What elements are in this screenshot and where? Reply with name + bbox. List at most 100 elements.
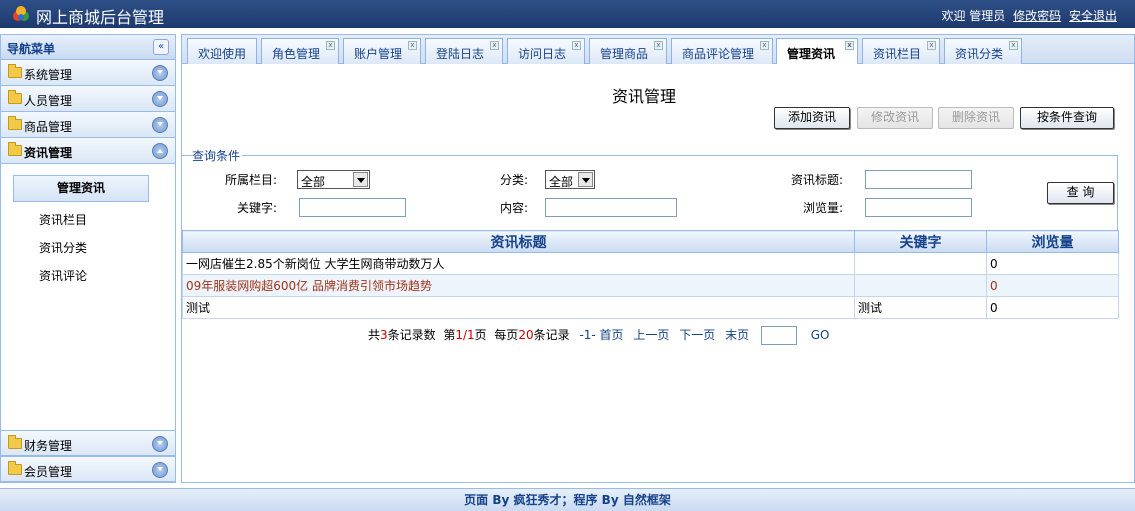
close-icon[interactable]: x [927, 41, 936, 50]
tab-label: 商品评论管理 [682, 47, 755, 61]
menu-news[interactable]: 资讯管理 [1, 138, 175, 164]
submenu-news-columns[interactable]: 资讯栏目 [39, 211, 87, 228]
menu-members[interactable]: 会员管理 [1, 456, 175, 482]
header-user-links: 欢迎 管理员 修改密码 安全退出 [941, 7, 1117, 24]
query-button[interactable]: 查 询 [1047, 182, 1114, 204]
submenu-news-comments[interactable]: 资讯评论 [39, 267, 87, 284]
sidebar-title: 导航菜单 [7, 42, 56, 56]
menu-label: 系统管理 [24, 68, 73, 82]
keyword-input[interactable] [299, 198, 406, 217]
pager-page: 1/1 [455, 328, 475, 342]
collapse-sidebar-icon[interactable]: « [153, 39, 169, 55]
pager-total-prefix: 共 [368, 328, 381, 342]
column-select[interactable]: 全部 [297, 170, 370, 189]
close-icon[interactable]: x [1009, 41, 1018, 50]
search-by-condition-button[interactable]: 按条件查询 [1020, 107, 1114, 129]
tab-label: 角色管理 [272, 47, 321, 61]
menu-label: 资讯管理 [24, 146, 73, 160]
pager-total: 3 [380, 328, 388, 342]
expand-icon[interactable] [152, 462, 168, 478]
menu-system[interactable]: 系统管理 [1, 60, 175, 86]
change-password-link[interactable]: 修改密码 [1013, 9, 1061, 23]
folder-icon [8, 90, 22, 104]
expand-icon[interactable] [152, 436, 168, 452]
tab-label: 资讯栏目 [873, 47, 922, 61]
menu-finance[interactable]: 财务管理 [1, 430, 175, 456]
column-header-views[interactable]: 浏览量 [986, 230, 1119, 253]
submenu-manage-news[interactable]: 管理资讯 [13, 175, 149, 202]
pager-first-link[interactable]: -1- 首页 [579, 328, 623, 342]
sidebar-bottom-menus: 财务管理 会员管理 [1, 430, 175, 482]
expand-icon[interactable] [152, 117, 168, 133]
pager-go-button[interactable]: GO [811, 328, 830, 342]
news-title-input[interactable] [865, 170, 972, 189]
content-input[interactable] [545, 198, 677, 217]
app-title: 网上商城后台管理 [36, 8, 165, 27]
news-title-label: 资讯标题: [791, 173, 844, 187]
expand-icon[interactable] [152, 65, 168, 81]
submenu-news-categories[interactable]: 资讯分类 [39, 239, 87, 256]
column-header-keyword[interactable]: 关键字 [854, 230, 987, 253]
welcome-text: 欢迎 管理员 [941, 9, 1006, 23]
expand-icon[interactable] [152, 91, 168, 107]
delete-news-button[interactable]: 删除资讯 [938, 107, 1014, 129]
cell-views: 0 [986, 252, 1119, 275]
table-row[interactable]: 09年服装网购超600亿 品牌消费引领市场趋势 0 [182, 274, 1119, 297]
news-table: 资讯标题 关键字 浏览量 一网店催生2.85个新岗位 大学生网商带动数万人 0 … [182, 230, 1119, 319]
pager-page-prefix: 第 [443, 328, 456, 342]
cell-keyword: 测试 [854, 296, 987, 319]
close-icon[interactable]: x [408, 41, 417, 50]
cell-title: 09年服装网购超600亿 品牌消费引领市场趋势 [182, 274, 855, 297]
pager-last-link[interactable]: 末页 [725, 328, 749, 342]
tab-manage-products[interactable]: 管理商品 x [589, 38, 667, 64]
column-header-title[interactable]: 资讯标题 [182, 230, 855, 253]
logout-link[interactable]: 安全退出 [1069, 9, 1117, 23]
tab-label: 管理资讯 [787, 47, 836, 61]
sidebar: 导航菜单 « 系统管理 人员管理 商品管理 资讯管理 管理资讯 资讯栏目 资讯分… [0, 34, 176, 483]
close-icon[interactable]: x [760, 41, 769, 50]
close-icon[interactable]: x [654, 41, 663, 50]
table-row[interactable]: 一网店催生2.85个新岗位 大学生网商带动数万人 0 [182, 252, 1119, 275]
tab-label: 管理商品 [600, 47, 649, 61]
close-icon[interactable]: x [490, 41, 499, 50]
category-select[interactable]: 全部 [545, 170, 595, 189]
tab-label: 资讯分类 [955, 47, 1004, 61]
close-icon[interactable]: x [845, 41, 854, 50]
views-input[interactable] [865, 198, 972, 217]
cell-title: 一网店催生2.85个新岗位 大学生网商带动数万人 [182, 252, 855, 275]
menu-staff[interactable]: 人员管理 [1, 86, 175, 112]
add-news-button[interactable]: 添加资讯 [774, 107, 850, 129]
tab-label: 账户管理 [354, 47, 403, 61]
menu-products[interactable]: 商品管理 [1, 112, 175, 138]
main-content: 资讯管理 添加资讯 修改资讯 删除资讯 按条件查询 所属栏目: 全部 分类: 全… [181, 64, 1135, 483]
page-number-input[interactable] [760, 326, 797, 345]
edit-news-button[interactable]: 修改资讯 [857, 107, 933, 129]
pager-page-suffix: 页 [474, 328, 487, 342]
pager-per-prefix: 每页 [494, 328, 519, 342]
tab-roles[interactable]: 角色管理 x [261, 38, 339, 64]
footer-text: 页面 By 疯狂秀才；程序 By 自然框架 [464, 493, 671, 507]
tab-manage-news[interactable]: 管理资讯 x [776, 38, 858, 65]
footer: 页面 By 疯狂秀才；程序 By 自然框架 [0, 488, 1135, 511]
pager-per: 20 [518, 328, 534, 342]
pager-prev-link[interactable]: 上一页 [633, 328, 669, 342]
tab-accounts[interactable]: 账户管理 x [343, 38, 421, 64]
close-icon[interactable]: x [572, 41, 581, 50]
page-title: 资讯管理 [612, 87, 677, 106]
query-legend: 查询条件 [192, 147, 243, 164]
tab-bar: 欢迎使用 角色管理 x 账户管理 x 登陆日志 x 访问日志 x 管理商品 x … [181, 34, 1135, 65]
folder-icon [8, 116, 22, 130]
tab-news-categories[interactable]: 资讯分类 x [944, 38, 1022, 64]
menu-label: 财务管理 [24, 439, 73, 453]
tab-login-log[interactable]: 登陆日志 x [425, 38, 503, 64]
table-row[interactable]: 测试 测试 0 [182, 296, 1119, 319]
collapse-icon[interactable] [152, 143, 168, 159]
pager: 共3条记录数 第1/1页 每页20条记录 -1- 首页 上一页 下一页 末页 G… [368, 326, 830, 345]
tab-access-log[interactable]: 访问日志 x [507, 38, 585, 64]
pager-next-link[interactable]: 下一页 [679, 328, 715, 342]
close-icon[interactable]: x [326, 41, 335, 50]
tab-news-columns[interactable]: 资讯栏目 x [862, 38, 940, 64]
tab-welcome[interactable]: 欢迎使用 [187, 38, 257, 64]
tab-product-reviews[interactable]: 商品评论管理 x [671, 38, 773, 64]
folder-icon [8, 64, 22, 78]
